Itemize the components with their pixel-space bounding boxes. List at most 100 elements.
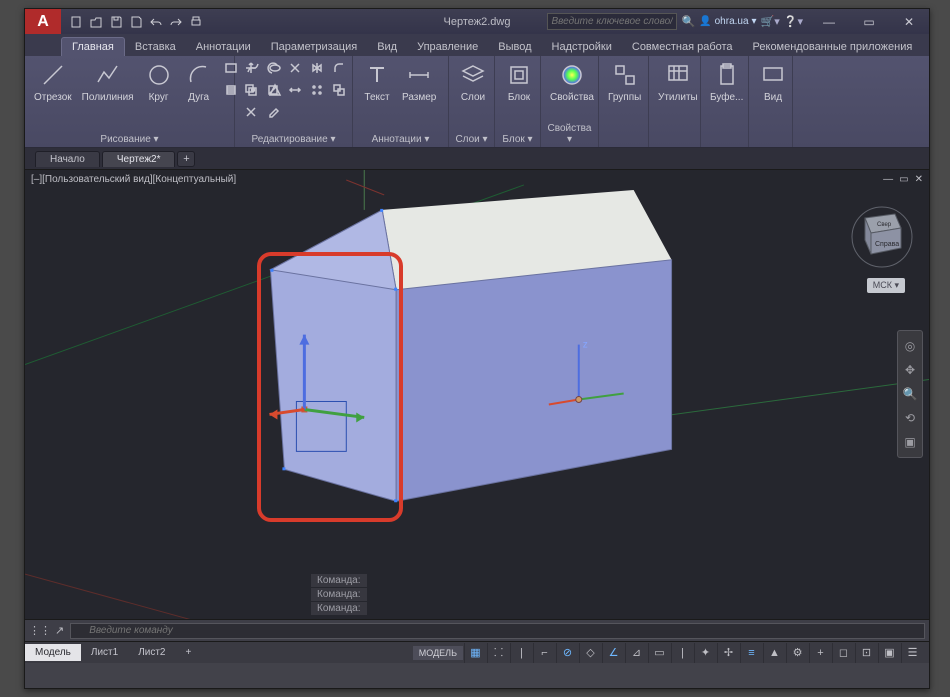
utilities-button[interactable]: Утилиты	[655, 58, 701, 105]
panel-title-layers[interactable]: Слои ▾	[455, 133, 488, 145]
tab-model[interactable]: Модель	[25, 644, 81, 661]
viewport[interactable]: [–][Пользовательский вид][Концептуальный…	[25, 170, 929, 641]
ribbon-tab-parametric[interactable]: Параметризация	[261, 38, 367, 56]
status-polar-icon[interactable]: ⊘	[556, 643, 578, 663]
copy-icon[interactable]	[241, 80, 261, 100]
clipboard-button[interactable]: Буфе...	[707, 58, 746, 105]
drawing-canvas[interactable]: z	[25, 170, 929, 640]
tab-drawing[interactable]: Чертеж2*	[102, 151, 176, 167]
new-icon[interactable]	[67, 13, 85, 31]
panel-title-draw[interactable]: Рисование ▾	[31, 133, 228, 145]
explode-icon[interactable]	[241, 102, 261, 122]
svg-text:Свер: Свер	[877, 222, 892, 228]
status-sep: |	[510, 643, 532, 663]
status-otrack-icon[interactable]: ⊿	[625, 643, 647, 663]
showmotion-icon[interactable]: ▣	[900, 431, 920, 453]
status-workspace-icon[interactable]: ⚙	[786, 643, 808, 663]
tab-add-layout[interactable]: +	[176, 644, 202, 661]
status-osnap-icon[interactable]: ◇	[579, 643, 601, 663]
undo-icon[interactable]	[147, 13, 165, 31]
tab-sheet1[interactable]: Лист1	[81, 644, 128, 661]
tab-add-button[interactable]: +	[177, 151, 195, 167]
title-bar: A Чертеж2.dwg 🔍 👤ohra.ua▾ 🛒▾ ❔▾ — ▭ ✕	[25, 9, 929, 34]
app-logo[interactable]: A	[25, 9, 61, 34]
zoom-icon[interactable]: 🔍	[900, 383, 920, 405]
orbit-icon[interactable]: ⟲	[900, 407, 920, 429]
trim-icon[interactable]	[285, 58, 305, 78]
command-input[interactable]	[70, 623, 925, 639]
status-transparency-icon[interactable]: ✢	[717, 643, 739, 663]
open-icon[interactable]	[87, 13, 105, 31]
stretch-icon[interactable]	[285, 80, 305, 100]
tab-sheet2[interactable]: Лист2	[128, 644, 175, 661]
status-model-chip[interactable]: МОДЕЛЬ	[413, 646, 463, 660]
circle-button[interactable]: Круг	[141, 58, 177, 105]
groups-button[interactable]: Группы	[605, 58, 644, 105]
status-annoscale-icon[interactable]: ▲	[763, 643, 785, 663]
minimize-button[interactable]: —	[809, 9, 849, 34]
ribbon-tab-home[interactable]: Главная	[61, 37, 125, 56]
search-icon[interactable]: 🔍	[681, 15, 695, 28]
array-icon[interactable]	[307, 80, 327, 100]
close-button[interactable]: ✕	[889, 9, 929, 34]
ucs-badge[interactable]: МСК ▾	[867, 278, 905, 293]
redo-icon[interactable]	[167, 13, 185, 31]
ribbon-tab-view[interactable]: Вид	[367, 38, 407, 56]
ribbon-tab-insert[interactable]: Вставка	[125, 38, 186, 56]
erase-icon[interactable]	[263, 102, 283, 122]
status-ortho-icon[interactable]: ⌐	[533, 643, 555, 663]
pan-icon[interactable]: ✥	[900, 359, 920, 381]
panel-title-edit[interactable]: Редактирование ▾	[241, 133, 346, 145]
status-hardware-icon[interactable]: ⊡	[855, 643, 877, 663]
cmd-grip-icon[interactable]: ⋮⋮	[29, 624, 51, 637]
scale-icon[interactable]	[263, 80, 283, 100]
text-button[interactable]: Текст	[359, 58, 395, 105]
save-icon[interactable]	[107, 13, 125, 31]
cart-icon[interactable]: 🛒▾	[761, 15, 780, 28]
panel-title-props[interactable]: Свойства ▾	[547, 122, 592, 145]
line-button[interactable]: Отрезок	[31, 58, 75, 105]
status-custom-icon[interactable]: ☰	[901, 643, 923, 663]
status-cycling-icon[interactable]: ≡	[740, 643, 762, 663]
nav-wheel-icon[interactable]: ◎	[900, 335, 920, 357]
cmd-history-line: Команда:	[311, 588, 367, 601]
maximize-button[interactable]: ▭	[849, 9, 889, 34]
panel-title-annot[interactable]: Аннотации ▾	[359, 133, 442, 145]
ribbon-tab-output[interactable]: Вывод	[488, 38, 541, 56]
ribbon-tab-collab[interactable]: Совместная работа	[622, 38, 743, 56]
polyline-button[interactable]: Полилиния	[79, 58, 137, 105]
move-icon[interactable]	[241, 58, 261, 78]
status-snap-icon[interactable]: ⸬	[487, 643, 509, 663]
status-grid-icon[interactable]: ▦	[464, 643, 486, 663]
status-lwt-icon[interactable]: ✦	[694, 643, 716, 663]
viewcube[interactable]: Справа Свер	[845, 200, 915, 270]
search-input[interactable]	[547, 13, 677, 30]
block-button[interactable]: Блок	[501, 58, 537, 105]
status-annomonitor-icon[interactable]: +	[809, 643, 831, 663]
status-dyn-icon[interactable]: ▭	[648, 643, 670, 663]
arc-button[interactable]: Дуга	[181, 58, 217, 105]
view-button[interactable]: Вид	[755, 58, 791, 105]
saveas-icon[interactable]	[127, 13, 145, 31]
help-icon[interactable]: ❔▾	[784, 15, 803, 28]
user-chip[interactable]: 👤ohra.ua▾	[699, 16, 756, 27]
offset-icon[interactable]	[329, 80, 349, 100]
fillet-icon[interactable]	[329, 58, 349, 78]
tab-start[interactable]: Начало	[35, 151, 100, 167]
mirror-icon[interactable]	[307, 58, 327, 78]
status-3dosnap-icon[interactable]: ∠	[602, 643, 624, 663]
rotate-icon[interactable]	[263, 58, 283, 78]
ribbon-tab-annotate[interactable]: Аннотации	[186, 38, 261, 56]
properties-button[interactable]: Свойства	[547, 58, 597, 105]
status-isolate-icon[interactable]: ◻	[832, 643, 854, 663]
layers-button[interactable]: Слои	[455, 58, 491, 105]
svg-text:Справа: Справа	[875, 241, 899, 248]
dimension-button[interactable]: Размер	[399, 58, 439, 105]
ribbon-tab-manage[interactable]: Управление	[407, 38, 488, 56]
cmd-recent-icon[interactable]: ↗	[55, 624, 64, 637]
print-icon[interactable]	[187, 13, 205, 31]
status-cleanscreen-icon[interactable]: ▣	[878, 643, 900, 663]
ribbon-tab-addins[interactable]: Надстройки	[542, 38, 622, 56]
panel-title-block[interactable]: Блок ▾	[501, 133, 534, 145]
ribbon-tab-featured[interactable]: Рекомендованные приложения	[743, 38, 923, 56]
